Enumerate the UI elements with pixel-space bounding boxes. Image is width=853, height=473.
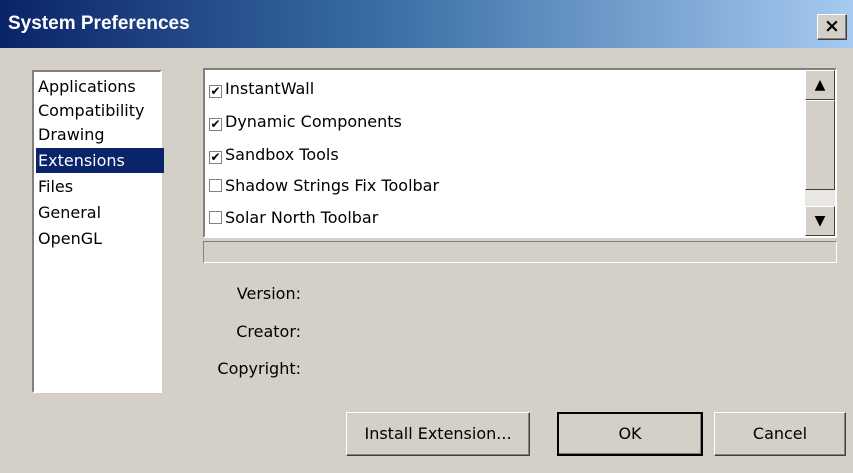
category-item-drawing[interactable]: Drawing [36,122,105,147]
extension-item-sandbox-tools[interactable]: ✔ Sandbox Tools [209,140,339,170]
extension-checkbox[interactable] [209,211,222,224]
scroll-thumb[interactable] [805,100,835,190]
extension-item-shadow-strings-fix-toolbar[interactable]: Shadow Strings Fix Toolbar [209,171,439,201]
scroll-down-button[interactable]: ▼ [805,206,835,236]
arrow-down-icon: ▼ [814,213,826,229]
extension-checkbox[interactable]: ✔ [209,118,222,131]
install-extension-button[interactable]: Install Extension... [346,412,530,456]
extension-item-dynamic-components[interactable]: ✔ Dynamic Components [209,107,402,137]
copyright-label: Copyright: [217,359,301,378]
scroll-up-button[interactable]: ▲ [805,70,835,100]
arrow-up-icon: ▲ [814,77,826,93]
version-label: Version: [236,284,301,303]
extension-label: Shadow Strings Fix Toolbar [225,176,440,195]
category-list[interactable]: Applications Compatibility Drawing Exten… [32,70,164,393]
category-item-compatibility[interactable]: Compatibility [36,98,144,123]
extension-checkbox[interactable]: ✔ [209,151,222,164]
extension-item-solar-north-toolbar[interactable]: Solar North Toolbar [209,203,378,233]
extension-checkbox[interactable] [209,179,222,192]
extension-label: InstantWall [225,79,315,98]
window-title: System Preferences [8,13,190,34]
close-button[interactable]: × [817,14,847,40]
category-item-extensions[interactable]: Extensions [36,148,164,173]
extension-label: Dynamic Components [225,112,402,131]
ok-button[interactable]: OK [557,412,703,456]
category-item-general[interactable]: General [36,200,101,225]
extension-item-instantwall[interactable]: ✔ InstantWall [209,74,314,104]
category-item-files[interactable]: Files [36,174,73,199]
cancel-button[interactable]: Cancel [714,412,846,456]
status-bar [203,241,837,263]
creator-label: Creator: [236,322,301,341]
system-preferences-dialog: System Preferences × Applications Compat… [0,0,853,473]
close-icon: × [824,15,840,37]
extension-label: Sandbox Tools [225,145,339,164]
extension-label: Solar North Toolbar [225,208,379,227]
category-item-applications[interactable]: Applications [36,74,136,99]
extensions-scrollbar[interactable]: ▲ ▼ [805,70,835,236]
category-item-opengl[interactable]: OpenGL [36,226,102,251]
extension-checkbox[interactable]: ✔ [209,85,222,98]
extensions-list[interactable]: ✔ InstantWall ✔ Dynamic Components ✔ Sandbo… [203,68,837,238]
title-bar[interactable]: System Preferences × [0,0,853,48]
